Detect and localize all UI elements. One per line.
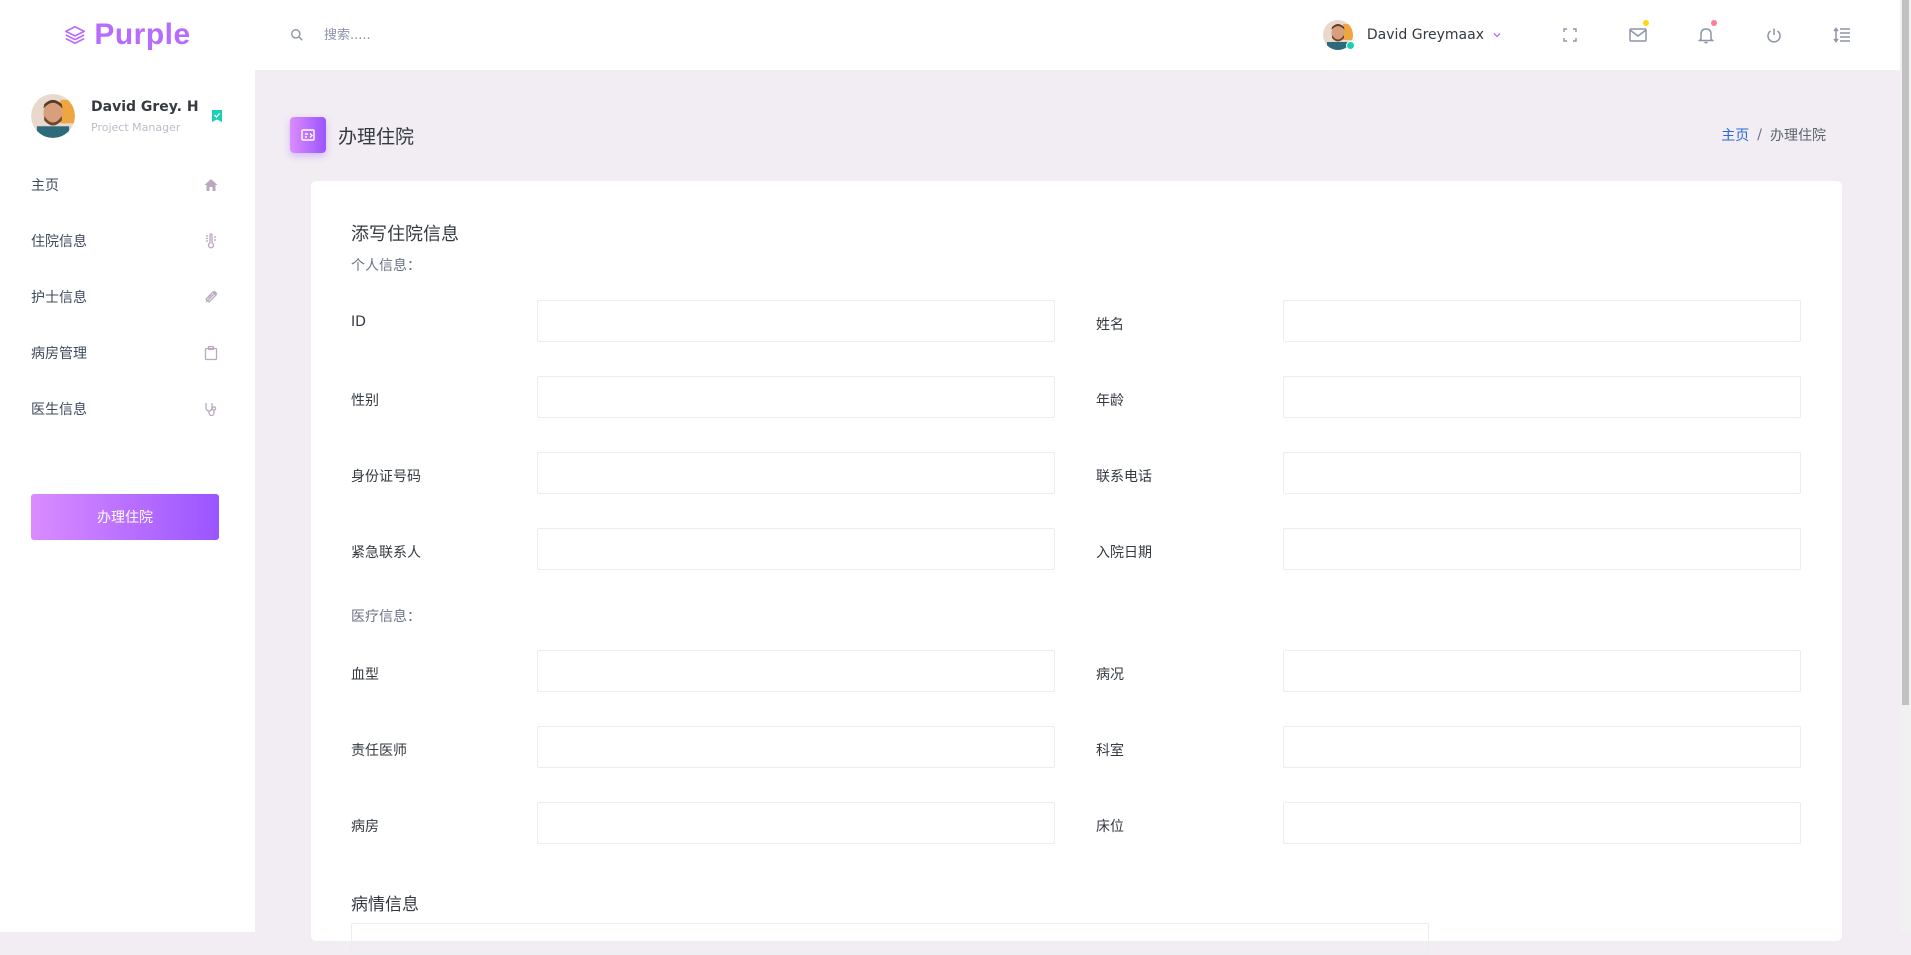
sidebar: David Grey. H Project Manager 主页 住院信息 护士… [0, 70, 255, 932]
notification-badge [1711, 20, 1717, 26]
sidebar-profile-text: David Grey. H Project Manager [91, 99, 210, 134]
emergency-contact-label: 紧急联系人 [351, 545, 421, 561]
id-number-input[interactable] [537, 452, 1055, 494]
sidebar-item-label: 主页 [31, 178, 59, 194]
age-input[interactable] [1283, 376, 1801, 418]
id-input[interactable] [537, 300, 1055, 342]
ward-input[interactable] [537, 802, 1055, 844]
fullscreen-button[interactable] [1546, 0, 1594, 70]
gender-label: 性别 [351, 393, 379, 409]
gender-input[interactable] [537, 376, 1055, 418]
message-badge [1643, 20, 1649, 26]
power-icon [1767, 28, 1781, 43]
doctor-label: 责任医师 [351, 743, 407, 759]
illness-info-heading: 病情信息 [351, 895, 419, 915]
stethoscope-icon [205, 403, 217, 417]
thermometer-icon [206, 233, 216, 249]
emergency-contact-input[interactable] [537, 528, 1055, 570]
nav-profile-dropdown[interactable]: David Greymaax [1322, 20, 1502, 50]
search-icon [291, 29, 303, 41]
bed-input[interactable] [1283, 802, 1801, 844]
sidebar-item-label: 护士信息 [31, 290, 87, 306]
ward-label: 病房 [351, 819, 379, 835]
profile-avatar-image [31, 94, 75, 138]
sidebar-item-label: 医生信息 [31, 402, 87, 418]
chevron-down-icon [1493, 33, 1501, 38]
page-header: 办理住院 主页 / 办理住院 [290, 117, 1860, 153]
mail-icon [1629, 28, 1647, 42]
brand-name: Purple [94, 18, 191, 51]
department-input[interactable] [1283, 726, 1801, 768]
sidebar-item-nurse-info[interactable]: 护士信息 [0, 269, 255, 325]
sidebar-item-home[interactable]: 主页 [0, 157, 255, 213]
clipboard-icon [204, 345, 218, 361]
personal-info-section-label: 个人信息： [351, 258, 421, 274]
messages-button[interactable] [1614, 0, 1662, 70]
sidebar-item-label: 住院信息 [31, 234, 87, 250]
sidebar-item-ward-management[interactable]: 病房管理 [0, 325, 255, 381]
admit-patient-button[interactable]: 办理住院 [31, 494, 219, 540]
condition-input[interactable] [1283, 650, 1801, 692]
avatar [31, 94, 75, 138]
breadcrumb-current: 办理住院 [1770, 128, 1826, 144]
page-title: 办理住院 [338, 125, 415, 148]
top-navbar: Purple 搜索..... David Greymaax [0, 0, 1900, 70]
scrollbar-thumb[interactable] [1902, 0, 1909, 705]
sidebar-profile[interactable]: David Grey. H Project Manager [0, 70, 255, 143]
bed-label: 床位 [1096, 819, 1124, 835]
fullscreen-icon [1563, 28, 1577, 42]
home-icon [204, 179, 218, 191]
sidebar-menu: 主页 住院信息 护士信息 病房管理 医生信息 [0, 157, 255, 437]
syringe-icon [205, 290, 218, 303]
search-input[interactable] [322, 26, 626, 44]
blood-type-input[interactable] [537, 650, 1055, 692]
bookmark-check-icon [212, 110, 222, 122]
online-status-dot [1345, 41, 1355, 50]
blood-type-label: 血型 [351, 667, 379, 683]
department-label: 科室 [1096, 743, 1124, 759]
nav-avatar [1322, 20, 1355, 50]
breadcrumb: 主页 / 办理住院 [1721, 125, 1826, 145]
page-scrollbar[interactable] [1900, 0, 1911, 932]
form-title: 添写住院信息 [351, 224, 459, 245]
format-line-spacing-icon [1833, 27, 1850, 43]
bell-icon [1698, 28, 1714, 44]
sidebar-item-admission-info[interactable]: 住院信息 [0, 213, 255, 269]
search-bar [290, 26, 626, 44]
sidebar-item-doctor-info[interactable]: 医生信息 [0, 381, 255, 437]
breadcrumb-home-link[interactable]: 主页 [1721, 125, 1749, 145]
page-title-icon-box [290, 117, 326, 153]
age-label: 年龄 [1096, 393, 1124, 409]
admission-date-input[interactable] [1283, 528, 1801, 570]
brand-logo[interactable]: Purple [0, 0, 255, 70]
form-icon [301, 129, 315, 141]
phone-input[interactable] [1283, 452, 1801, 494]
name-input[interactable] [1283, 300, 1801, 342]
profile-role: Project Manager [91, 120, 181, 134]
sidebar-item-label: 病房管理 [31, 346, 87, 362]
logout-button[interactable] [1750, 0, 1798, 70]
illness-info-textarea[interactable] [351, 923, 1429, 955]
admission-form-card: 添写住院信息 个人信息： ID 姓名 性别 年龄 身份证号码 联系电话 紧急联系… [311, 181, 1842, 955]
medical-info-section-label: 医疗信息： [351, 609, 421, 625]
notifications-button[interactable] [1682, 0, 1730, 70]
breadcrumb-separator: / [1757, 127, 1762, 143]
doctor-input[interactable] [537, 726, 1055, 768]
admission-date-label: 入院日期 [1096, 545, 1152, 561]
name-label: 姓名 [1096, 317, 1124, 333]
navbar-actions: David Greymaax [1322, 0, 1900, 70]
phone-label: 联系电话 [1096, 469, 1152, 485]
layers-icon [65, 25, 86, 45]
menu-toggle-button[interactable] [1818, 0, 1866, 70]
nav-user-name: David Greymaax [1366, 27, 1484, 43]
profile-name: David Grey. H [91, 98, 199, 115]
id-number-label: 身份证号码 [351, 469, 421, 485]
condition-label: 病况 [1096, 667, 1124, 683]
id-label: ID [351, 314, 366, 330]
